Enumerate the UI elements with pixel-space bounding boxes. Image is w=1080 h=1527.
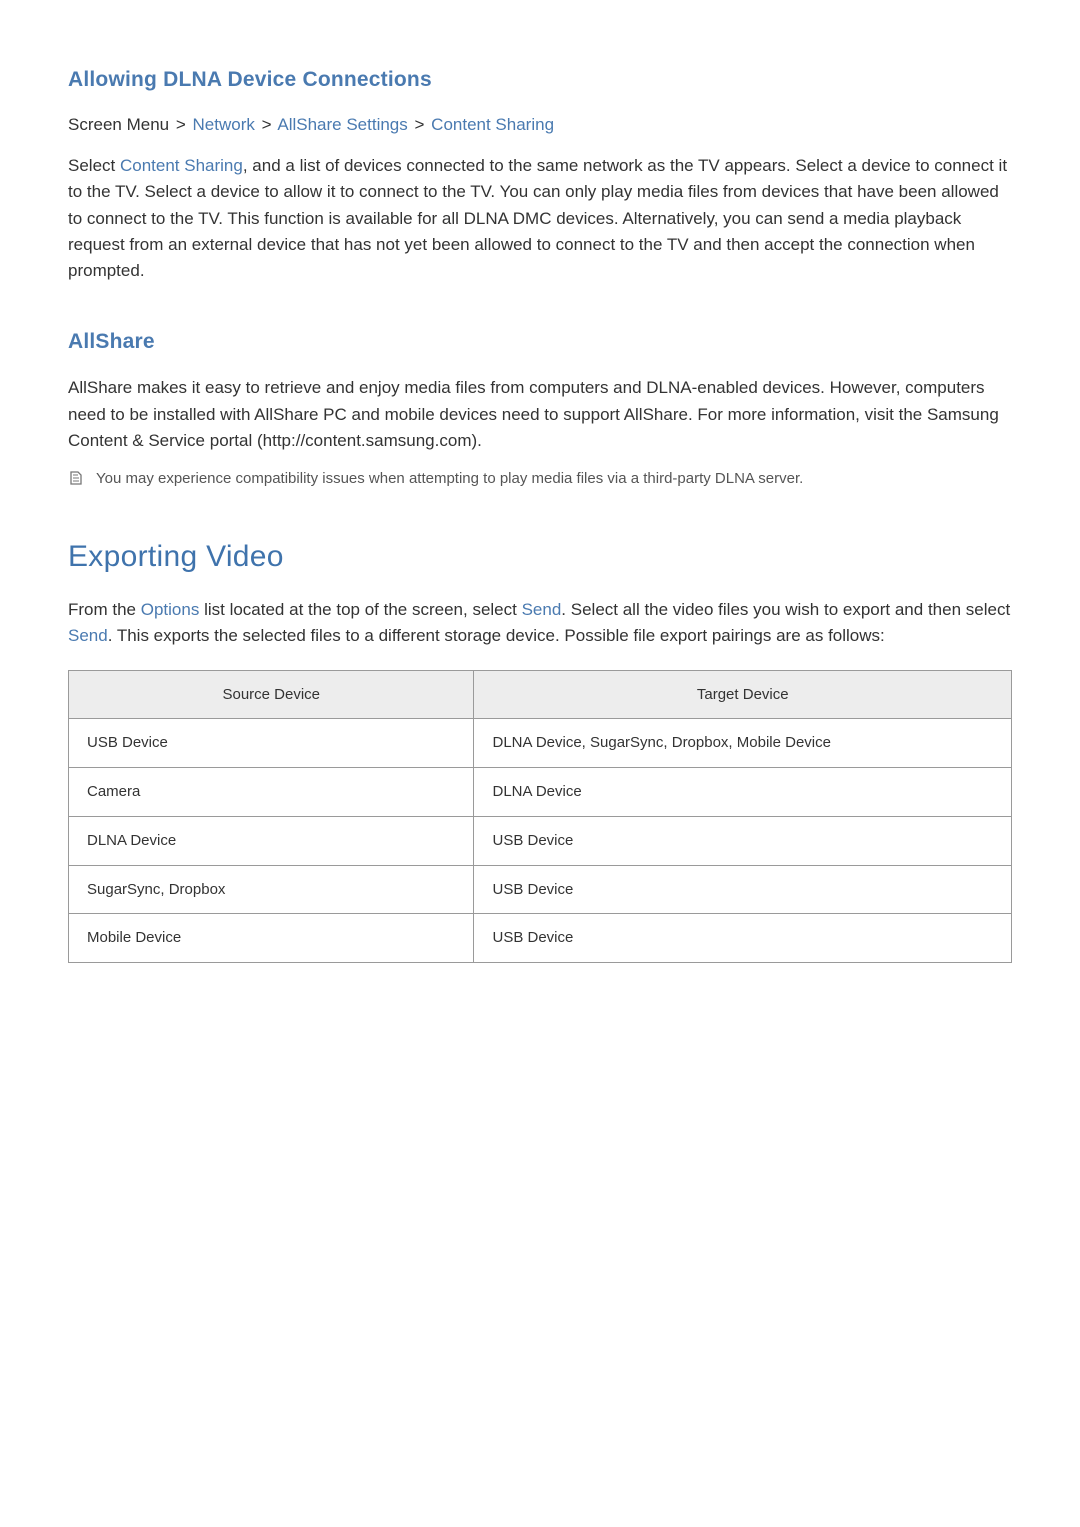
- table-header-row: Source Device Target Device: [69, 670, 1012, 719]
- breadcrumb: Screen Menu > Network > AllShare Setting…: [68, 113, 1012, 138]
- table-row: SugarSync, Dropbox USB Device: [69, 865, 1012, 914]
- body-text-fragment: . This exports the selected files to a d…: [108, 626, 885, 645]
- section-body: AllShare makes it easy to retrieve and e…: [68, 375, 1012, 454]
- breadcrumb-link-content-sharing[interactable]: Content Sharing: [431, 115, 554, 134]
- breadcrumb-sep: >: [262, 115, 272, 134]
- breadcrumb-link-network[interactable]: Network: [193, 115, 255, 134]
- table-row: USB Device DLNA Device, SugarSync, Dropb…: [69, 719, 1012, 768]
- breadcrumb-prefix: Screen Menu: [68, 115, 169, 134]
- options-link[interactable]: Options: [141, 600, 200, 619]
- table-cell-target: USB Device: [474, 865, 1012, 914]
- table-cell-source: Camera: [69, 768, 474, 817]
- table-cell-source: Mobile Device: [69, 914, 474, 963]
- table-cell-target: DLNA Device: [474, 768, 1012, 817]
- send-link[interactable]: Send: [68, 626, 108, 645]
- section-dlna-connections: Allowing DLNA Device Connections Screen …: [68, 65, 1012, 285]
- export-pairings-table: Source Device Target Device USB Device D…: [68, 670, 1012, 964]
- body-text-fragment: Select: [68, 156, 120, 175]
- section-allshare: AllShare AllShare makes it easy to retri…: [68, 327, 1012, 494]
- table-cell-source: USB Device: [69, 719, 474, 768]
- body-text-fragment: From the: [68, 600, 141, 619]
- table-header-target: Target Device: [474, 670, 1012, 719]
- table-header-source: Source Device: [69, 670, 474, 719]
- send-link[interactable]: Send: [522, 600, 562, 619]
- section-body: From the Options list located at the top…: [68, 597, 1012, 650]
- breadcrumb-sep: >: [176, 115, 186, 134]
- table-row: Camera DLNA Device: [69, 768, 1012, 817]
- table-cell-target: DLNA Device, SugarSync, Dropbox, Mobile …: [474, 719, 1012, 768]
- section-heading: AllShare: [68, 327, 1012, 357]
- section-body: Select Content Sharing, and a list of de…: [68, 153, 1012, 285]
- note-row: You may experience compatibility issues …: [68, 468, 1012, 493]
- section-exporting-video: Exporting Video From the Options list lo…: [68, 535, 1012, 963]
- main-heading: Exporting Video: [68, 535, 1012, 579]
- body-text-fragment: . Select all the video files you wish to…: [561, 600, 1010, 619]
- table-row: Mobile Device USB Device: [69, 914, 1012, 963]
- table-cell-target: USB Device: [474, 914, 1012, 963]
- note-icon: [68, 470, 84, 493]
- note-text: You may experience compatibility issues …: [96, 468, 803, 491]
- table-cell-source: SugarSync, Dropbox: [69, 865, 474, 914]
- table-cell-target: USB Device: [474, 816, 1012, 865]
- content-sharing-link[interactable]: Content Sharing: [120, 156, 243, 175]
- body-text-fragment: list located at the top of the screen, s…: [199, 600, 521, 619]
- breadcrumb-link-allshare-settings[interactable]: AllShare Settings: [277, 115, 407, 134]
- table-cell-source: DLNA Device: [69, 816, 474, 865]
- breadcrumb-sep: >: [415, 115, 425, 134]
- section-heading: Allowing DLNA Device Connections: [68, 65, 1012, 95]
- table-row: DLNA Device USB Device: [69, 816, 1012, 865]
